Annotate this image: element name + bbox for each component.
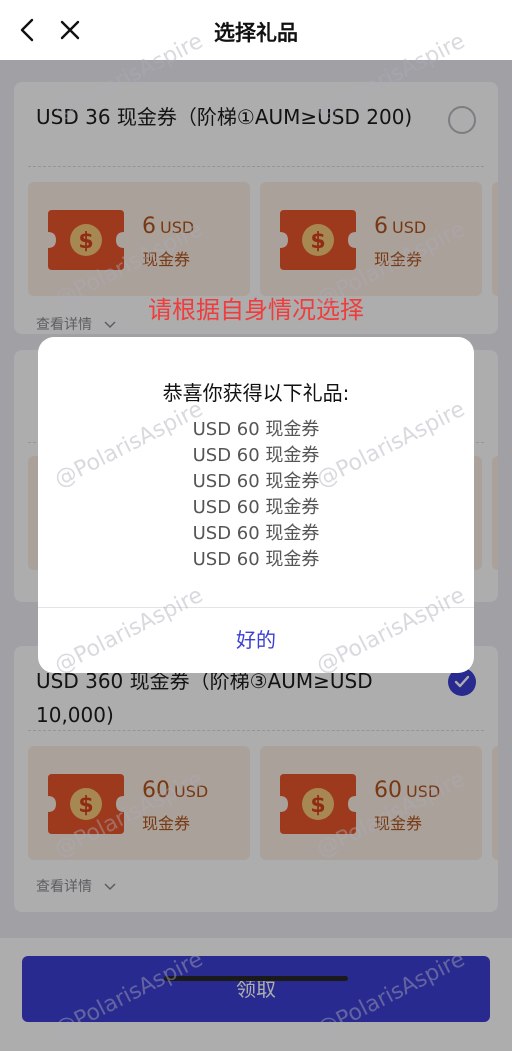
nav-bar: 选择礼品 (0, 0, 512, 60)
dialog-gift-item: USD 60 现金券 (192, 471, 320, 492)
dialog-gift-item: USD 60 现金券 (192, 445, 320, 466)
dialog-title: 恭喜你获得以下礼品: (162, 381, 350, 405)
page-title: 选择礼品 (214, 21, 298, 45)
selection-hint: 请根据自身情况选择 (148, 296, 364, 324)
dialog-gift-list: USD 60 现金券 USD 60 现金券 USD 60 现金券 USD 60 … (38, 417, 474, 573)
ok-button[interactable]: 好的 (38, 608, 474, 673)
dialog-gift-item: USD 60 现金券 (192, 419, 320, 440)
dialog-gift-item: USD 60 现金券 (192, 523, 320, 544)
dialog-gift-item: USD 60 现金券 (192, 549, 320, 570)
gift-dialog: 恭喜你获得以下礼品: USD 60 现金券 USD 60 现金券 USD 60 … (38, 337, 474, 673)
home-indicator[interactable] (164, 976, 348, 981)
dialog-gift-item: USD 60 现金券 (192, 497, 320, 518)
